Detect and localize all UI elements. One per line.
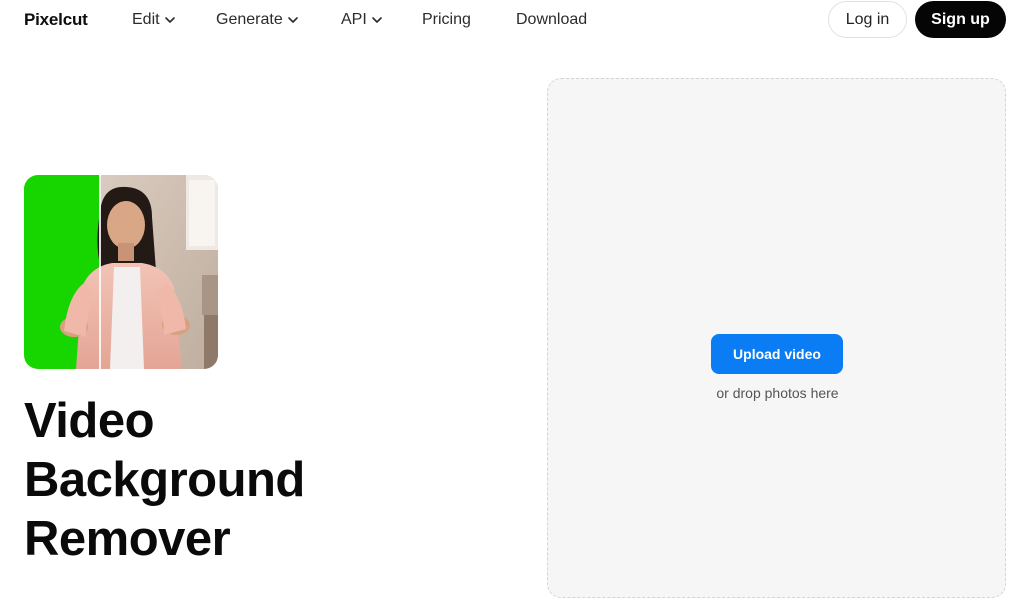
nav-item-label: API <box>341 11 367 28</box>
nav-item-generate[interactable]: Generate <box>216 10 299 30</box>
pixelcut-logo[interactable]: Pixelcut <box>24 10 88 30</box>
title-line: Background <box>24 453 305 507</box>
nav-item-api[interactable]: API <box>341 10 383 30</box>
nav-item-pricing[interactable]: Pricing <box>422 10 471 30</box>
nav-item-label: Pricing <box>422 11 471 28</box>
title-line: Remover <box>24 512 231 566</box>
drop-hint-text: or drop photos here <box>716 385 839 401</box>
signup-button[interactable]: Sign up <box>915 1 1006 38</box>
chevron-down-icon <box>164 14 176 26</box>
nav-item-label: Generate <box>216 11 283 28</box>
upload-video-button[interactable]: Upload video <box>711 334 843 374</box>
nav-item-download[interactable]: Download <box>516 10 587 30</box>
chevron-down-icon <box>371 14 383 26</box>
nav-item-edit[interactable]: Edit <box>132 10 176 30</box>
title-line: Video <box>24 394 155 448</box>
top-navigation-bar: Pixelcut Edit Generate API Pricing Downl… <box>0 0 1024 40</box>
login-button[interactable]: Log in <box>828 1 907 38</box>
nav-item-label: Edit <box>132 11 160 28</box>
woman-green-screen-split-icon <box>24 175 218 369</box>
hero-preview-image <box>24 175 218 369</box>
chevron-down-icon <box>287 14 299 26</box>
nav-item-label: Download <box>516 11 588 28</box>
upload-dropzone[interactable]: Upload video or drop photos here <box>547 78 1006 598</box>
page-title: Video Background Remover <box>24 392 444 569</box>
